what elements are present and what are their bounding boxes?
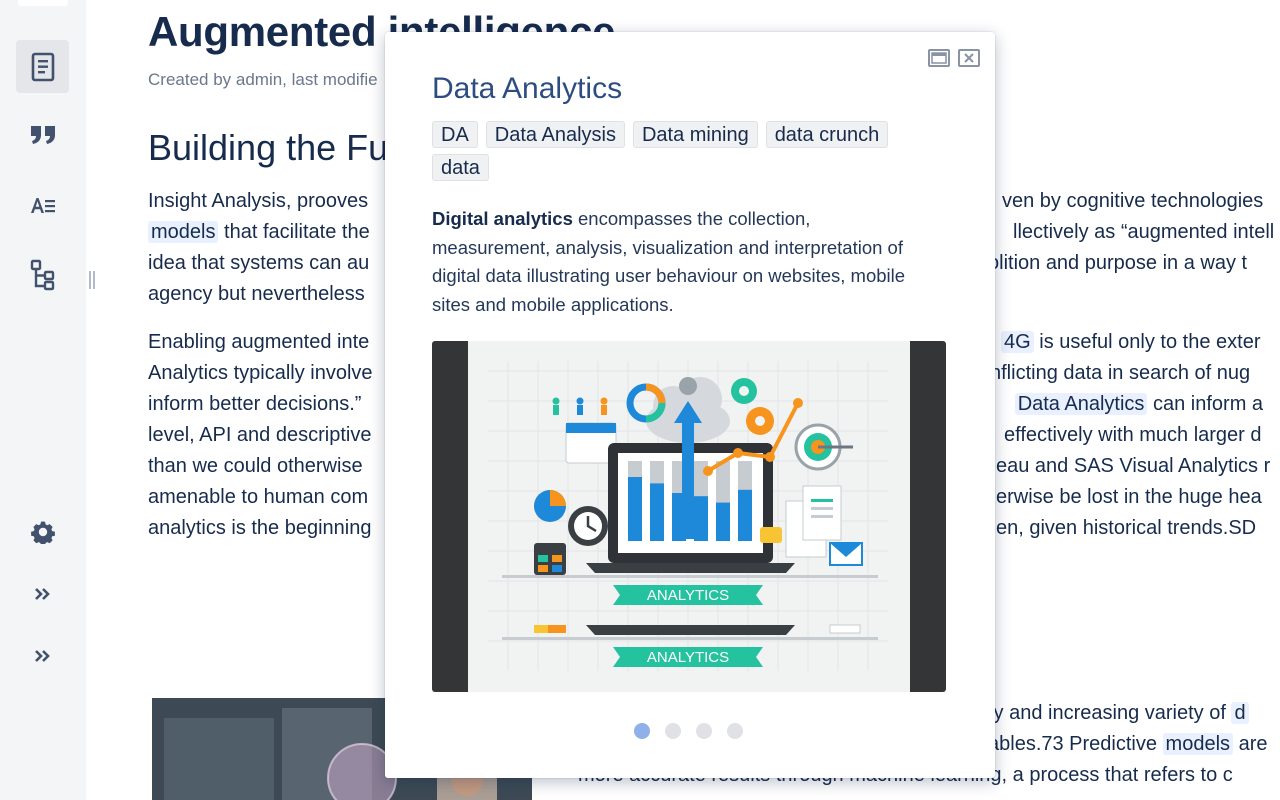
- page-link-data-analytics[interactable]: Data Analytics: [1014, 393, 1148, 415]
- page-link-4g[interactable]: 4G: [1001, 331, 1034, 353]
- maximize-icon: [931, 52, 947, 64]
- tag-list: DA Data Analysis Data mining data crunch…: [432, 121, 952, 181]
- carousel-dot[interactable]: [727, 723, 743, 739]
- illustration-bar: [628, 477, 642, 541]
- expand-button-1[interactable]: [16, 567, 69, 620]
- paragraph-text: is useful only to the exter: [1033, 331, 1261, 353]
- paragraph-text: agency but nevertheless: [148, 283, 365, 305]
- hierarchy-icon: [30, 259, 54, 290]
- tag[interactable]: DA: [432, 121, 478, 148]
- expand-icon: [34, 587, 50, 600]
- carousel-dot[interactable]: [696, 723, 712, 739]
- paragraph-text: llectively as “augmented intell: [1013, 221, 1275, 243]
- sidebar-item-format[interactable]: [16, 178, 69, 231]
- description-term: Digital analytics: [432, 208, 573, 229]
- paragraph-text: effectively with much larger d: [1004, 424, 1262, 446]
- data-analytics-popup: Data Analytics DA Data Analysis Data min…: [385, 32, 995, 778]
- tag[interactable]: Data mining: [632, 121, 758, 148]
- settings-button[interactable]: [16, 505, 69, 558]
- image-carousel[interactable]: ANALYTICS ANALYTICS: [432, 341, 946, 692]
- sidebar-item-quote[interactable]: [16, 108, 69, 161]
- illustration-bar: [738, 489, 752, 541]
- carousel-slide: ANALYTICS ANALYTICS: [468, 341, 910, 692]
- paragraph-text: that facilitate the: [218, 221, 370, 243]
- gear-icon: [30, 521, 55, 544]
- illustration-bar: [694, 496, 708, 541]
- paragraph-text: are: [1233, 733, 1268, 755]
- page-icon: [31, 52, 54, 81]
- paragraph-text: Insight Analysis, prooves: [148, 190, 369, 212]
- analytics-illustration: ANALYTICS ANALYTICS: [488, 361, 888, 671]
- paragraph-text: level, API and descriptive: [148, 424, 372, 446]
- close-icon: [964, 53, 974, 63]
- popup-description: Digital analytics encompasses the collec…: [432, 205, 932, 319]
- carousel-dot[interactable]: [634, 723, 650, 739]
- paragraph-text: nflicting data in search of nug: [990, 362, 1251, 384]
- paragraph-text: ven by cognitive technologies: [1002, 190, 1264, 212]
- paragraph-text: can inform a: [1147, 393, 1264, 415]
- popup-title: Data Analytics: [432, 72, 623, 105]
- section-heading: Building the Fu: [148, 127, 389, 168]
- paragraph-text: Enabling augmented inte: [148, 331, 370, 353]
- close-button[interactable]: [958, 49, 980, 67]
- banner-text: ANALYTICS: [647, 587, 729, 604]
- page-link-data[interactable]: d: [1231, 702, 1249, 724]
- page-byline: Created by admin, last modifie: [148, 70, 378, 89]
- illustration-bar: [716, 502, 730, 541]
- sidebar-item-tree[interactable]: [16, 248, 69, 301]
- sidebar: [0, 0, 86, 800]
- text-format-icon: [30, 197, 55, 213]
- expand-icon: [34, 649, 50, 662]
- expand-button-2[interactable]: [16, 629, 69, 682]
- sidebar-top-indicator: [18, 0, 68, 6]
- page-link-models[interactable]: models: [1162, 733, 1234, 755]
- sidebar-resize-handle[interactable]: [89, 271, 97, 289]
- carousel-dots: [634, 723, 743, 739]
- page-link-models[interactable]: models: [148, 221, 219, 243]
- paragraph-text: inform better decisions.”: [148, 393, 362, 415]
- tag[interactable]: data crunch: [765, 121, 889, 148]
- sidebar-item-page[interactable]: [16, 40, 69, 93]
- tag[interactable]: Data Analysis: [485, 121, 625, 148]
- paragraph-text: idea that systems can au: [148, 252, 370, 274]
- paragraph-text: analytics is the beginning: [148, 517, 372, 539]
- paragraph-text: eau and SAS Visual Analytics r: [996, 455, 1271, 477]
- carousel-dot[interactable]: [665, 723, 681, 739]
- paragraph-text: en, given historical trends.SD: [996, 517, 1257, 539]
- maximize-button[interactable]: [928, 49, 950, 67]
- paragraph-text: amenable to human com: [148, 486, 369, 508]
- paragraph-text: ables.73 Predictive: [988, 733, 1163, 755]
- paragraph-text: ty and increasing variety of: [988, 702, 1232, 724]
- paragraph-text: than we could otherwise: [148, 455, 363, 477]
- paragraph-text: Analytics typically involve: [148, 362, 373, 384]
- quote-icon: [30, 125, 55, 144]
- tag[interactable]: data: [432, 154, 489, 181]
- banner-text: ANALYTICS: [647, 649, 729, 666]
- paragraph-text: olition and purpose in a way t: [988, 252, 1248, 274]
- illustration-bar: [650, 483, 664, 541]
- paragraph-text: erwise be lost in the huge hea: [996, 486, 1262, 508]
